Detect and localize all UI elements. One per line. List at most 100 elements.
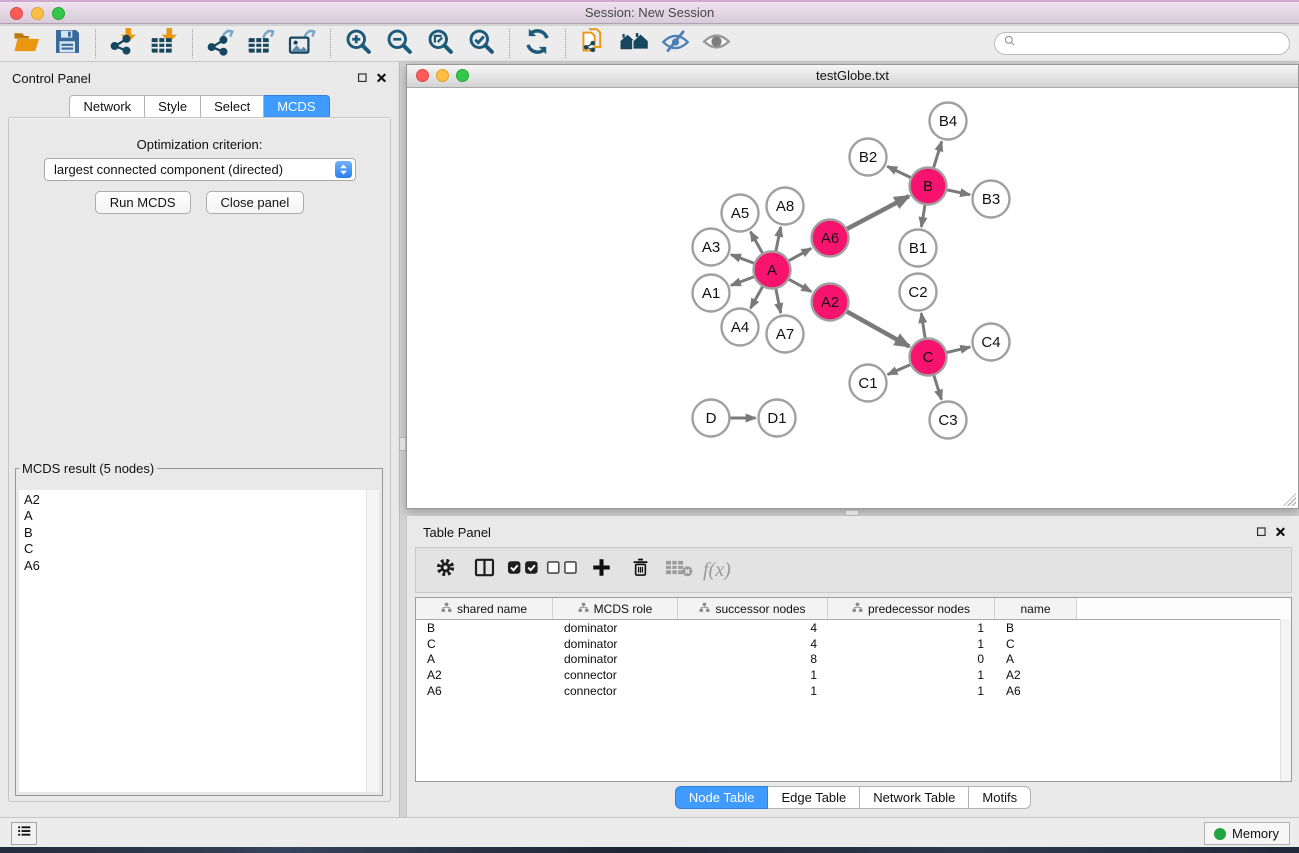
close-panel-icon[interactable] bbox=[376, 71, 387, 86]
graph-edge-A2-C[interactable] bbox=[846, 311, 909, 346]
graph-edge-A-A2[interactable] bbox=[788, 279, 811, 292]
home-view-button[interactable] bbox=[614, 27, 655, 60]
mcds-result-list[interactable]: A2ABCA6 bbox=[19, 490, 367, 792]
network-canvas[interactable]: B4 B2 B B3 A5A8A6 B1 A3 A C2 A1 A2 A4A7 C4 C C1 C3 D D1 bbox=[407, 88, 1298, 508]
import-table-button[interactable] bbox=[144, 27, 185, 60]
table-settings-button[interactable] bbox=[426, 552, 465, 588]
tab-network-table[interactable]: Network Table bbox=[860, 786, 969, 809]
export-network-button[interactable] bbox=[200, 27, 241, 60]
select-all-rows-button[interactable] bbox=[504, 552, 543, 588]
graph-edge-B-B4[interactable] bbox=[933, 142, 941, 169]
column-header-name[interactable]: name bbox=[995, 598, 1077, 619]
tab-select[interactable]: Select bbox=[201, 95, 264, 119]
graph-edge-A-A1[interactable] bbox=[731, 277, 755, 286]
graph-node-B2[interactable]: B2 bbox=[850, 139, 887, 176]
run-mcds-button[interactable]: Run MCDS bbox=[95, 191, 191, 214]
graph-node-B3[interactable]: B3 bbox=[973, 181, 1010, 218]
graph-edge-C-C1[interactable] bbox=[888, 364, 911, 374]
show-graphics-details-button[interactable] bbox=[696, 27, 737, 60]
graph-node-C1[interactable]: C1 bbox=[850, 365, 887, 402]
graph-node-A8[interactable]: A8 bbox=[767, 188, 804, 225]
column-header-shared-name[interactable]: shared name bbox=[416, 598, 553, 619]
graph-edge-B-B2[interactable] bbox=[887, 166, 911, 178]
show-panels-button[interactable] bbox=[11, 822, 37, 845]
network-from-file-button[interactable] bbox=[573, 27, 614, 60]
graph-node-C3[interactable]: C3 bbox=[930, 402, 967, 439]
tab-style[interactable]: Style bbox=[145, 95, 201, 119]
column-header-successor-nodes[interactable]: successor nodes bbox=[678, 598, 828, 619]
table-row[interactable]: A6connector11A6 bbox=[416, 683, 1291, 699]
network-minimize-button[interactable] bbox=[436, 69, 449, 82]
memory-button[interactable]: Memory bbox=[1204, 822, 1290, 845]
delete-rows-button[interactable] bbox=[621, 552, 660, 588]
close-window-button[interactable] bbox=[10, 7, 23, 20]
graph-node-C4[interactable]: C4 bbox=[973, 324, 1010, 361]
delete-table-button[interactable] bbox=[660, 552, 699, 588]
graph-node-D[interactable]: D bbox=[693, 400, 730, 437]
network-window-titlebar[interactable]: testGlobe.txt bbox=[407, 65, 1298, 88]
graph-edge-A-A8[interactable] bbox=[776, 227, 781, 252]
graph-edge-C-C2[interactable] bbox=[921, 313, 925, 339]
table-scrollbar[interactable] bbox=[1280, 619, 1291, 781]
open-session-button[interactable] bbox=[6, 27, 47, 60]
column-header-MCDS-role[interactable]: MCDS role bbox=[553, 598, 678, 619]
graph-node-A6[interactable]: A6 bbox=[812, 220, 849, 257]
zoom-in-button[interactable] bbox=[338, 27, 379, 60]
export-image-button[interactable] bbox=[282, 27, 323, 60]
apply-function-button[interactable]: f(x) bbox=[699, 559, 731, 582]
minimize-window-button[interactable] bbox=[31, 7, 44, 20]
graph-node-A1[interactable]: A1 bbox=[693, 275, 730, 312]
export-table-button[interactable] bbox=[241, 27, 282, 60]
graph-node-B1[interactable]: B1 bbox=[900, 230, 937, 267]
add-row-button[interactable] bbox=[582, 552, 621, 588]
graph-node-D1[interactable]: D1 bbox=[759, 400, 796, 437]
float-panel-icon[interactable] bbox=[1256, 525, 1267, 540]
float-panel-icon[interactable] bbox=[357, 71, 368, 86]
zoom-selected-button[interactable] bbox=[461, 27, 502, 60]
search-input[interactable] bbox=[1017, 36, 1281, 52]
table-row[interactable]: Bdominator41B bbox=[416, 620, 1291, 636]
deselect-all-rows-button[interactable] bbox=[543, 552, 582, 588]
tab-motifs[interactable]: Motifs bbox=[969, 786, 1031, 809]
graph-edge-A-A6[interactable] bbox=[788, 248, 811, 261]
tab-network[interactable]: Network bbox=[69, 95, 145, 119]
hide-graphics-details-button[interactable] bbox=[655, 27, 696, 60]
graph-node-C[interactable]: C bbox=[910, 339, 947, 376]
graph-edge-C-C4[interactable] bbox=[946, 347, 970, 353]
table-row[interactable]: Cdominator41C bbox=[416, 636, 1291, 652]
graph-node-A2[interactable]: A2 bbox=[812, 284, 849, 321]
save-session-button[interactable] bbox=[47, 27, 88, 60]
graph-node-A4[interactable]: A4 bbox=[722, 309, 759, 346]
tab-node-table[interactable]: Node Table bbox=[675, 786, 769, 809]
result-scrollbar[interactable] bbox=[366, 490, 379, 792]
refresh-network-button[interactable] bbox=[517, 27, 558, 60]
graph-node-B[interactable]: B bbox=[910, 168, 947, 205]
close-panel-icon[interactable] bbox=[1275, 525, 1286, 540]
zoom-window-button[interactable] bbox=[52, 7, 65, 20]
graph-node-A[interactable]: A bbox=[754, 252, 791, 289]
graph-edge-B-B1[interactable] bbox=[921, 204, 925, 227]
import-network-button[interactable] bbox=[103, 27, 144, 60]
graph-node-C2[interactable]: C2 bbox=[900, 274, 937, 311]
tab-mcds[interactable]: MCDS bbox=[264, 95, 329, 119]
graph-edge-C-C3[interactable] bbox=[934, 375, 942, 400]
graph-edge-A6-B[interactable] bbox=[846, 196, 909, 229]
graph-node-A7[interactable]: A7 bbox=[767, 316, 804, 353]
close-panel-button[interactable]: Close panel bbox=[206, 191, 305, 214]
zoom-out-button[interactable] bbox=[379, 27, 420, 60]
graph-edge-A-A7[interactable] bbox=[776, 288, 781, 313]
graph-edge-B-B3[interactable] bbox=[946, 190, 970, 195]
divider-handle[interactable] bbox=[399, 437, 406, 451]
graph-edge-A-A3[interactable] bbox=[731, 255, 755, 264]
network-close-button[interactable] bbox=[416, 69, 429, 82]
table-row[interactable]: A2connector11A2 bbox=[416, 667, 1291, 683]
show-columns-button[interactable] bbox=[465, 552, 504, 588]
graph-edge-A-A5[interactable] bbox=[751, 232, 763, 254]
graph-edge-A-A4[interactable] bbox=[751, 286, 763, 308]
graph-node-A5[interactable]: A5 bbox=[722, 195, 759, 232]
zoom-fit-button[interactable] bbox=[420, 27, 461, 60]
graph-node-B4[interactable]: B4 bbox=[930, 103, 967, 140]
graph-node-A3[interactable]: A3 bbox=[693, 229, 730, 266]
column-header-predecessor-nodes[interactable]: predecessor nodes bbox=[828, 598, 995, 619]
optimization-criterion-select[interactable]: largest connected component (directed) bbox=[44, 158, 356, 181]
